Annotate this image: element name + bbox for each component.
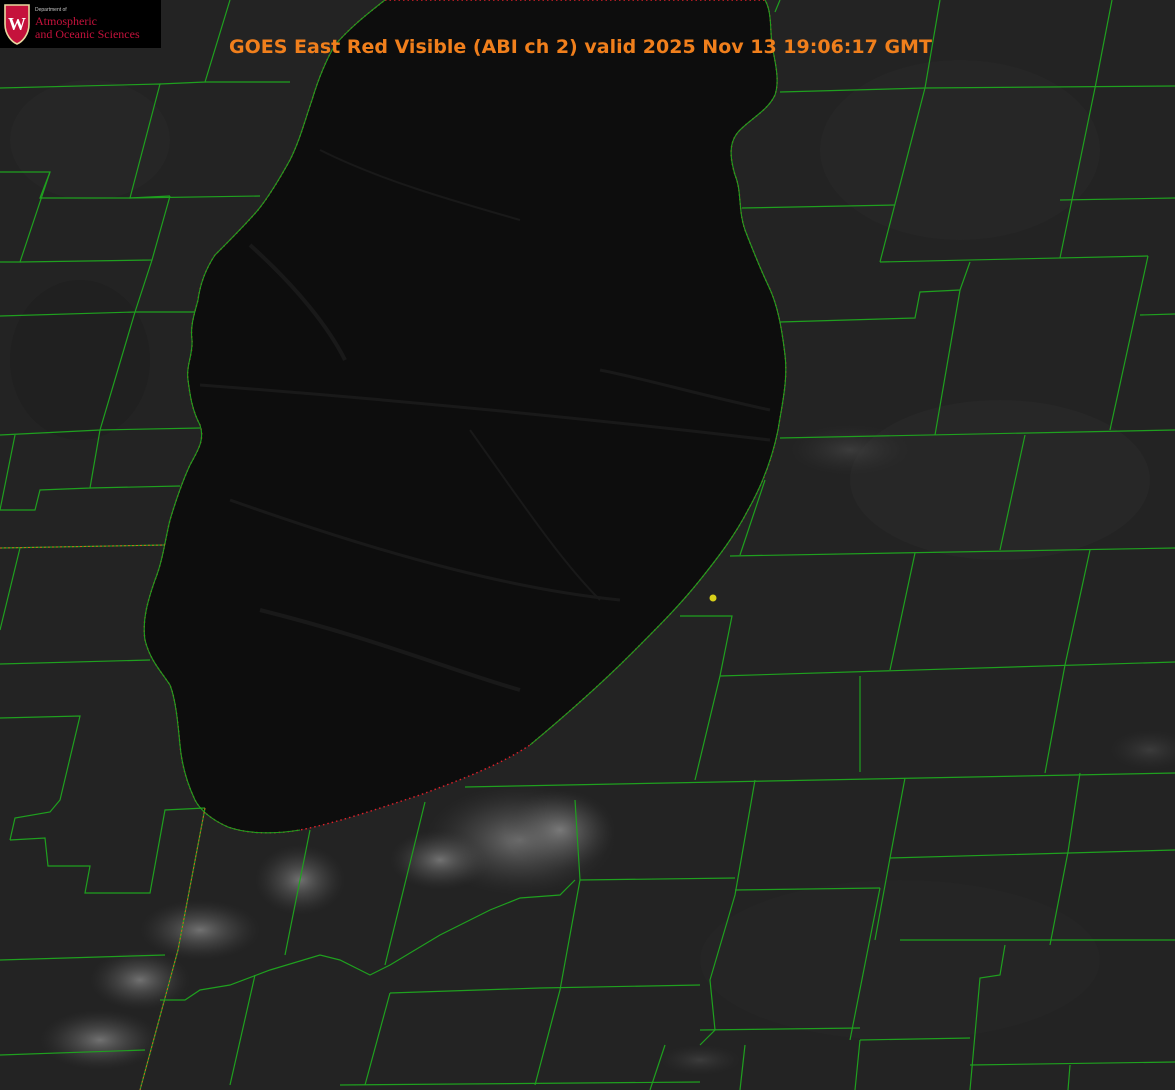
logo-department-text: Department of [35, 7, 67, 13]
satellite-image-viewer: W Department of Atmospheric and Oceanic … [0, 0, 1175, 1090]
uw-aos-logo: W Department of Atmospheric and Oceanic … [0, 0, 161, 48]
logo-line-2: and Oceanic Sciences [35, 27, 140, 41]
image-title: GOES East Red Visible (ABI ch 2) valid 2… [229, 36, 932, 58]
uw-crest-icon: W [4, 4, 30, 45]
satellite-map [0, 0, 1175, 1090]
crest-letter: W [8, 14, 26, 34]
station-marker [709, 594, 717, 602]
